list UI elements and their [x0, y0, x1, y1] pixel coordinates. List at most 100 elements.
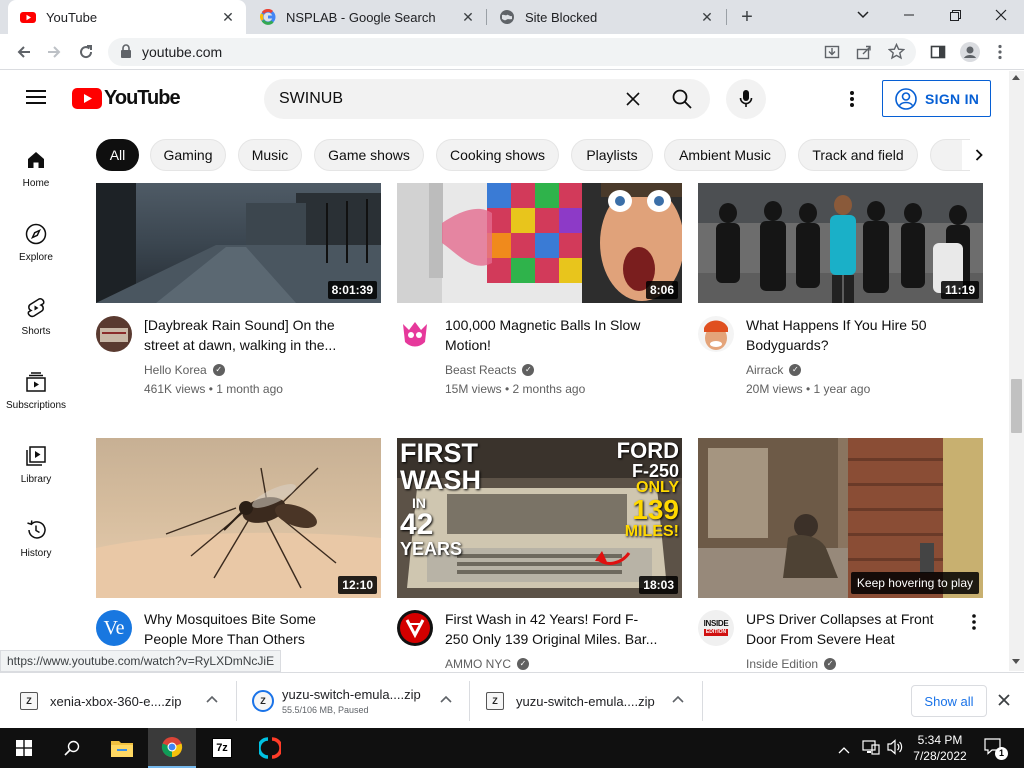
- scroll-up-icon[interactable]: [1012, 75, 1020, 80]
- download-filename: xenia-xbox-360-e....zip: [50, 693, 182, 709]
- account-icon: [895, 87, 917, 110]
- close-window-icon[interactable]: [978, 0, 1024, 30]
- 7zip-taskbar-icon[interactable]: 7z: [198, 728, 246, 768]
- download-options-icon[interactable]: [206, 691, 218, 706]
- lock-icon[interactable]: [120, 44, 132, 63]
- chips-next-icon[interactable]: [962, 140, 996, 170]
- chip-all[interactable]: All: [96, 139, 139, 171]
- tab-site-blocked[interactable]: Site Blocked ✕: [487, 0, 725, 34]
- taskbar-search-icon[interactable]: [48, 728, 96, 768]
- thumb-text: FORD: [616, 438, 679, 463]
- search-icon[interactable]: [672, 89, 692, 114]
- volume-icon[interactable]: [886, 739, 904, 760]
- video-thumbnail[interactable]: Keep hovering to play: [698, 438, 983, 598]
- chrome-menu-icon[interactable]: [988, 40, 1012, 64]
- video-action-menu-icon[interactable]: [972, 614, 976, 635]
- reload-icon[interactable]: [74, 40, 98, 64]
- close-shelf-icon[interactable]: [998, 693, 1010, 711]
- network-icon[interactable]: [862, 739, 880, 760]
- address-bar[interactable]: youtube.com: [108, 38, 916, 66]
- search-input[interactable]: SWINUB: [279, 90, 343, 108]
- sidebar-item-home[interactable]: Home: [0, 136, 72, 196]
- new-tab-icon[interactable]: +: [736, 6, 758, 28]
- download-options-icon[interactable]: [672, 691, 684, 706]
- zip-file-icon: Z: [20, 692, 38, 710]
- search-box[interactable]: SWINUB: [264, 79, 710, 119]
- chip-game-shows[interactable]: Game shows: [314, 139, 424, 171]
- taskbar-clock[interactable]: 5:34 PM 7/28/2022: [906, 732, 974, 764]
- forward-icon[interactable]: [42, 40, 66, 64]
- close-tab-icon[interactable]: ✕: [218, 7, 238, 27]
- tab-google-search[interactable]: NSPLAB - Google Search ✕: [248, 0, 486, 34]
- youtube-logo[interactable]: YouTube: [72, 87, 181, 110]
- library-icon: [24, 444, 48, 468]
- chip-music[interactable]: Music: [238, 139, 302, 171]
- voice-search-icon[interactable]: [726, 79, 766, 119]
- video-duration: 8:06: [645, 281, 678, 299]
- video-title[interactable]: What Happens If You Hire 50 Bodyguards?: [746, 315, 971, 355]
- sidebar-item-history[interactable]: History: [0, 506, 72, 566]
- channel-avatar[interactable]: [698, 316, 734, 352]
- scroll-down-icon[interactable]: [1012, 659, 1020, 664]
- side-panel-icon[interactable]: [926, 40, 950, 64]
- video-thumbnail[interactable]: 12:10: [96, 438, 381, 598]
- channel-name[interactable]: Beast Reacts ✓: [445, 363, 535, 377]
- video-thumbnail[interactable]: 11:19: [698, 183, 983, 303]
- sign-in-button[interactable]: SIGN IN: [882, 80, 991, 117]
- show-hidden-icons[interactable]: [838, 741, 850, 759]
- channel-avatar[interactable]: [397, 316, 433, 352]
- sidebar-item-shorts[interactable]: Shorts: [0, 284, 72, 344]
- video-title[interactable]: [Daybreak Rain Sound] On the street at d…: [144, 315, 369, 355]
- sidebar-item-explore[interactable]: Explore: [0, 210, 72, 270]
- minimize-icon[interactable]: [886, 0, 932, 30]
- video-title[interactable]: 100,000 Magnetic Balls In Slow Motion!: [445, 315, 670, 355]
- back-icon[interactable]: [12, 40, 36, 64]
- profile-avatar-icon[interactable]: [958, 40, 982, 64]
- chip-ambient-music[interactable]: Ambient Music: [664, 139, 786, 171]
- video-thumbnail[interactable]: 8:06: [397, 183, 682, 303]
- show-all-downloads-button[interactable]: Show all: [911, 685, 987, 717]
- channel-name[interactable]: AMMO NYC ✓: [445, 657, 529, 671]
- channel-avatar[interactable]: INSIDE EDITION: [698, 610, 734, 646]
- download-options-icon[interactable]: [440, 691, 452, 706]
- sidebar-item-subscriptions[interactable]: Subscriptions: [0, 358, 72, 418]
- chip-cooking-shows[interactable]: Cooking shows: [436, 139, 559, 171]
- chip-gaming[interactable]: Gaming: [150, 139, 226, 171]
- chip-playlists[interactable]: Playlists: [571, 139, 653, 171]
- video-title[interactable]: UPS Driver Collapses at Front Door From …: [746, 609, 956, 649]
- video-thumbnail[interactable]: FIRST WASH IN 42 YEARS FORD F-250 ONLY 1…: [397, 438, 682, 598]
- download-item[interactable]: Z yuzu-switch-emula....zip: [486, 673, 700, 729]
- download-item[interactable]: Z yuzu-switch-emula....zip 55.5/106 MB, …: [252, 673, 466, 729]
- install-app-icon[interactable]: [824, 44, 840, 65]
- yuzu-taskbar-icon[interactable]: [246, 728, 294, 768]
- tab-youtube[interactable]: YouTube ✕: [8, 0, 246, 34]
- restore-icon[interactable]: [932, 0, 978, 30]
- bookmark-star-icon[interactable]: [887, 42, 906, 65]
- sidebar-item-library[interactable]: Library: [0, 432, 72, 492]
- close-tab-icon[interactable]: ✕: [697, 7, 717, 27]
- channel-name[interactable]: Inside Edition ✓: [746, 657, 837, 671]
- share-icon[interactable]: [856, 44, 872, 65]
- chrome-taskbar-icon[interactable]: [148, 728, 196, 768]
- close-tab-icon[interactable]: ✕: [458, 7, 478, 27]
- video-title[interactable]: Why Mosquitoes Bite Some People More Tha…: [144, 609, 369, 649]
- guide-menu-icon[interactable]: [26, 89, 46, 110]
- chip-track-and-field[interactable]: Track and field: [798, 139, 918, 171]
- settings-menu-icon[interactable]: [850, 91, 854, 112]
- file-explorer-icon[interactable]: [98, 728, 146, 768]
- zip-file-icon: Z: [252, 690, 274, 712]
- channel-avatar[interactable]: Ve: [96, 610, 132, 646]
- download-item[interactable]: Z xenia-xbox-360-e....zip: [20, 673, 234, 729]
- page-scrollbar[interactable]: [1009, 71, 1024, 671]
- channel-avatar[interactable]: [96, 316, 132, 352]
- clear-search-icon[interactable]: [626, 92, 640, 111]
- channel-name[interactable]: Airrack ✓: [746, 363, 802, 377]
- scrollbar-thumb[interactable]: [1011, 379, 1022, 433]
- windows-start-icon[interactable]: [0, 728, 48, 768]
- video-title[interactable]: First Wash in 42 Years! Ford F- 250 Only…: [445, 609, 670, 649]
- channel-name[interactable]: Hello Korea ✓: [144, 363, 225, 377]
- notification-center-icon[interactable]: 1: [984, 738, 1008, 761]
- tab-search-icon[interactable]: [840, 0, 886, 30]
- video-thumbnail[interactable]: 8:01:39: [96, 183, 381, 303]
- channel-avatar[interactable]: [397, 610, 433, 646]
